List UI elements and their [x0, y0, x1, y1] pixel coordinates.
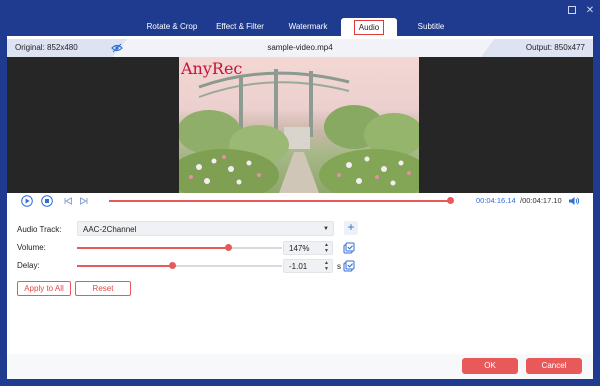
add-audio-track-button[interactable]: +: [344, 221, 358, 235]
play-icon[interactable]: [21, 195, 33, 207]
tab-effect-filter[interactable]: Effect & Filter: [208, 18, 272, 36]
maximize-icon: [568, 6, 576, 14]
audio-panel: Original: 852x480 sample-video.mp4 Outpu…: [7, 36, 593, 379]
volume-icon[interactable]: [568, 196, 580, 206]
dropdown-arrow-icon: ▼: [323, 226, 329, 232]
volume-slider-handle[interactable]: [225, 244, 232, 251]
maximize-button[interactable]: [565, 4, 579, 18]
editor-tabs: Rotate & Crop Effect & Filter Watermark …: [0, 18, 600, 36]
ok-button[interactable]: OK: [462, 358, 518, 374]
spinner-icon[interactable]: ▲ ▼: [324, 260, 329, 272]
audio-track-value: AAC-2Channel: [83, 225, 137, 234]
apply-delay-icon[interactable]: [343, 260, 355, 272]
volume-label: Volume:: [17, 243, 46, 252]
cancel-button[interactable]: Cancel: [526, 358, 582, 374]
current-time: 00:04:16.14: [476, 196, 516, 205]
seek-bar[interactable]: [109, 200, 450, 202]
delay-unit: s: [337, 262, 341, 271]
dialog-footer: OK Cancel: [7, 354, 593, 379]
audio-track-label: Audio Track:: [17, 225, 62, 234]
next-frame-icon[interactable]: [79, 196, 89, 206]
delay-slider-handle[interactable]: [169, 262, 176, 269]
volume-slider-fill: [77, 247, 228, 249]
audio-track-select[interactable]: AAC-2Channel ▼: [77, 221, 334, 236]
tab-subtitle[interactable]: Subtitle: [404, 18, 458, 36]
delay-slider-fill: [77, 265, 172, 267]
file-name: sample-video.mp4: [267, 43, 333, 52]
spinner-icon[interactable]: ▲ ▼: [324, 242, 329, 254]
previous-frame-icon[interactable]: [63, 196, 73, 206]
tab-audio[interactable]: Audio: [341, 18, 397, 36]
reset-button[interactable]: Reset: [75, 281, 131, 296]
info-bar: Original: 852x480 sample-video.mp4 Outpu…: [7, 39, 593, 57]
delay-label: Delay:: [17, 261, 40, 270]
tab-rotate-crop[interactable]: Rotate & Crop: [140, 18, 204, 36]
playback-controls: 00:04:16.14 /00:04:17.10: [7, 193, 593, 209]
close-button[interactable]: ✕: [583, 4, 597, 18]
video-frame: AnyRec: [179, 57, 419, 193]
seek-handle[interactable]: [447, 197, 454, 204]
total-time: /00:04:17.10: [520, 196, 562, 205]
video-preview: AnyRec: [7, 57, 593, 193]
plus-icon: +: [347, 220, 355, 234]
apply-to-all-button[interactable]: Apply to All: [17, 281, 71, 296]
delay-input[interactable]: -1.01 ▲ ▼: [283, 259, 333, 273]
stop-icon[interactable]: [41, 195, 53, 207]
volume-input[interactable]: 147% ▲ ▼: [283, 241, 333, 255]
tab-watermark[interactable]: Watermark: [278, 18, 338, 36]
apply-volume-icon[interactable]: [343, 242, 355, 254]
close-icon: ✕: [585, 5, 595, 16]
output-resolution: Output: 850x477: [525, 43, 585, 52]
watermark-text: AnyRec: [181, 59, 243, 78]
